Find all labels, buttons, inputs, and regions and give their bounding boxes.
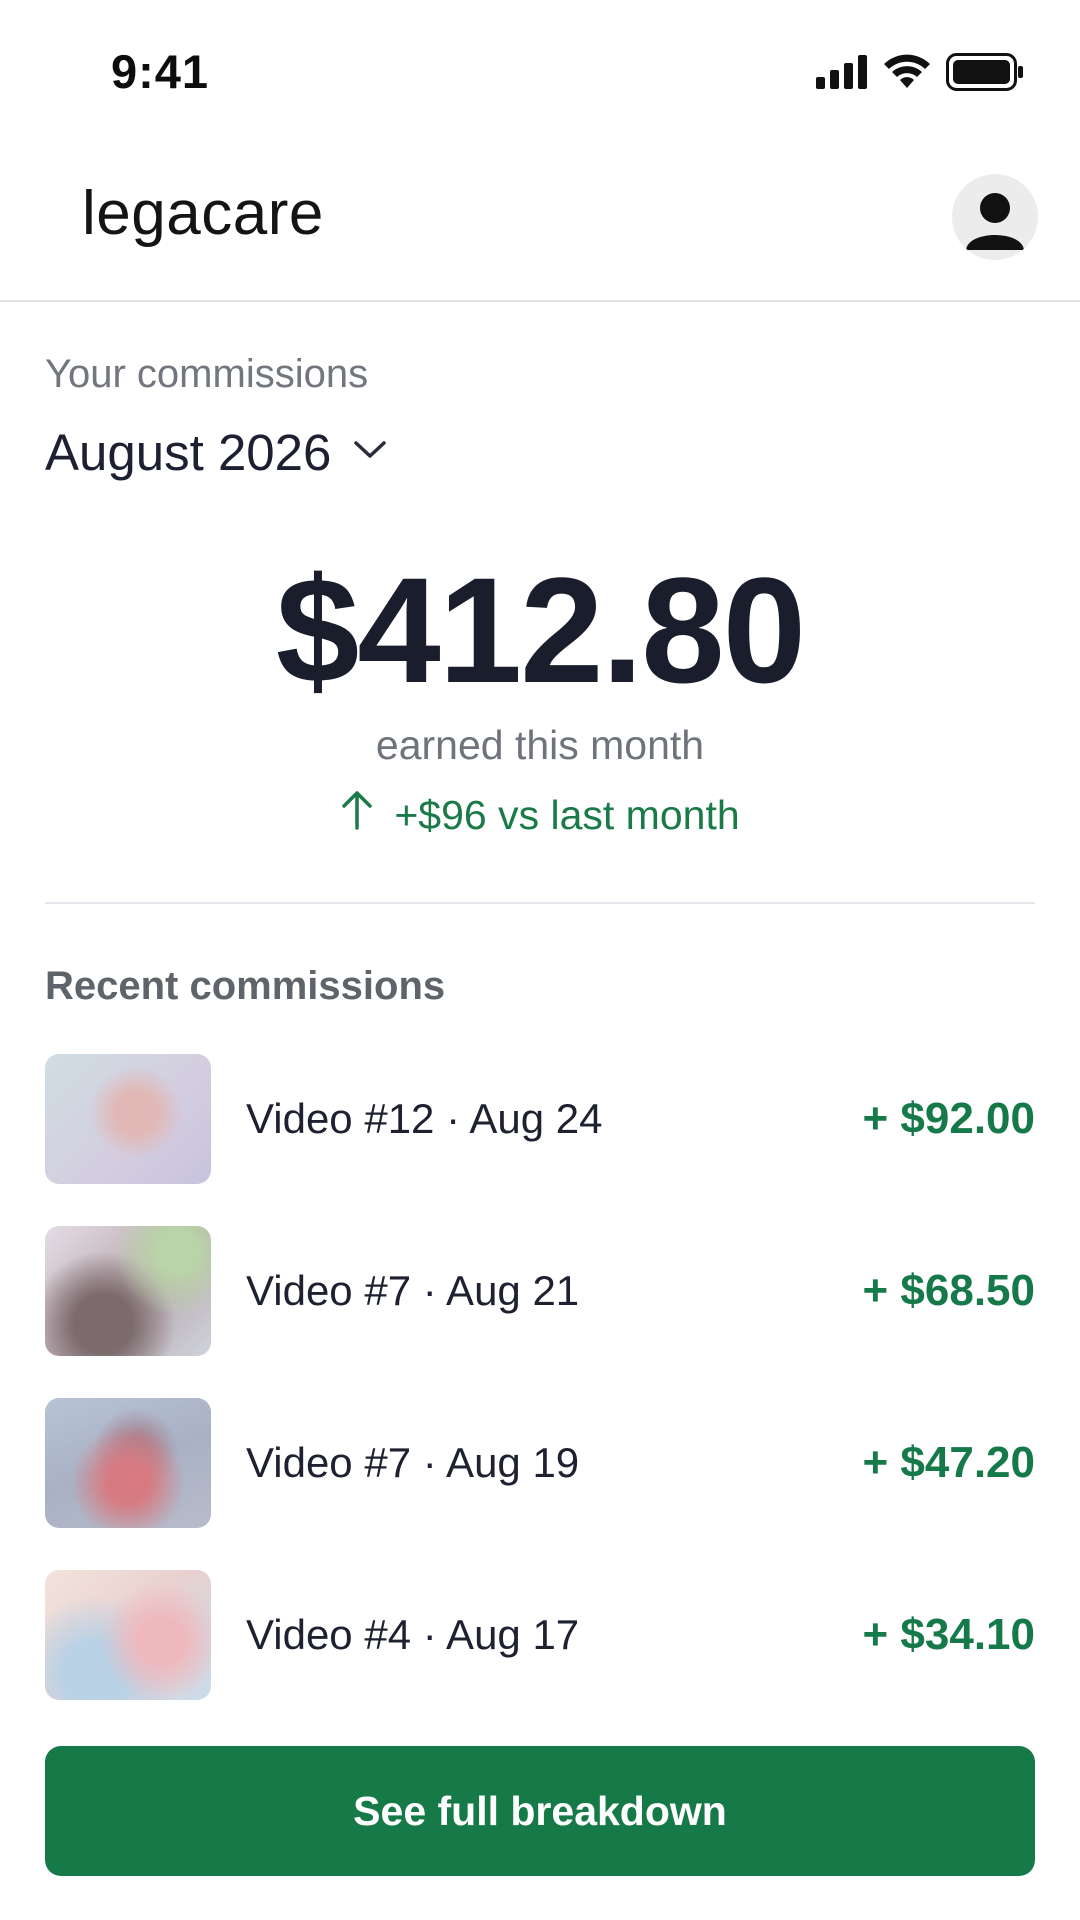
commission-amount: + $34.10 [862, 1610, 1036, 1659]
month-selector[interactable]: August 2026 [45, 423, 387, 481]
total-earned-amount: $412.80 [275, 546, 806, 714]
commission-row[interactable]: Video #7 · Aug 19 + $47.20 [45, 1398, 1035, 1528]
month-value: August 2026 [45, 423, 332, 481]
earned-caption: earned this month [375, 722, 705, 768]
video-thumbnail [45, 1226, 211, 1356]
video-thumbnail [45, 1054, 211, 1184]
recent-commissions-title: Recent commissions [45, 964, 446, 1008]
commission-amount: + $68.50 [862, 1266, 1036, 1315]
wifi-icon [884, 54, 930, 90]
commission-amount: + $47.20 [862, 1438, 1036, 1487]
commissions-label: Your commissions [45, 352, 369, 396]
cellular-signal-icon [816, 55, 868, 89]
battery-icon [946, 53, 1024, 91]
user-avatar-icon[interactable] [952, 174, 1038, 260]
brand-logo: legacare [82, 179, 324, 248]
commission-row[interactable]: Video #7 · Aug 21 + $68.50 [45, 1226, 1035, 1356]
status-bar: 9:41 [0, 0, 1080, 140]
arrow-up-icon [340, 790, 374, 840]
chevron-down-icon [353, 440, 387, 465]
video-thumbnail [45, 1570, 211, 1700]
delta-text: +$96 vs last month [394, 791, 740, 838]
status-time: 9:41 [111, 45, 210, 98]
app-header: legacare [0, 140, 1080, 302]
commission-label: Video #7 · Aug 19 [246, 1439, 580, 1486]
commissions-screen: 9:41 legacare Your commissions August 20… [0, 0, 1080, 1920]
commission-amount: + $92.00 [862, 1094, 1036, 1143]
see-full-breakdown-button[interactable]: See full breakdown [45, 1746, 1035, 1876]
commission-label: Video #12 · Aug 24 [246, 1095, 603, 1142]
commission-row[interactable]: Video #12 · Aug 24 + $92.00 [45, 1054, 1035, 1184]
commission-label: Video #4 · Aug 17 [246, 1611, 580, 1658]
video-thumbnail [45, 1398, 211, 1528]
month-over-month-delta: +$96 vs last month [0, 790, 1080, 840]
commission-row[interactable]: Video #4 · Aug 17 + $34.10 [45, 1570, 1035, 1700]
commissions-list: Video #12 · Aug 24 + $92.00 Video #7 · A… [45, 1054, 1035, 1742]
commission-label: Video #7 · Aug 21 [246, 1267, 580, 1314]
status-icons [816, 50, 1024, 94]
divider [45, 902, 1035, 904]
